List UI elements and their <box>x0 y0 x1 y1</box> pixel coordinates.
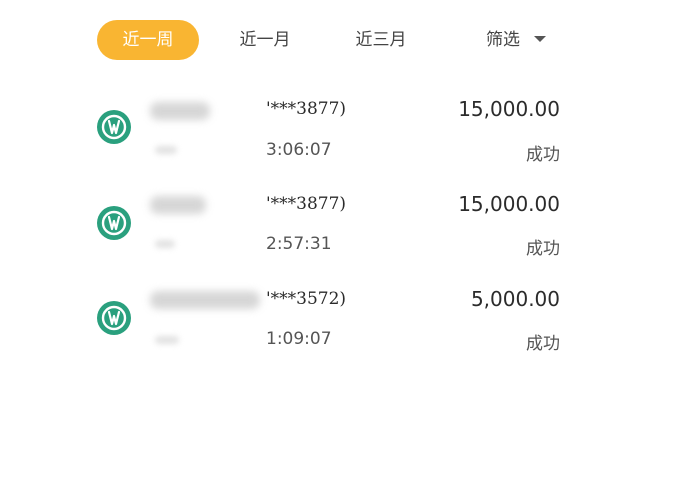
transaction-time: 3:06:07 <box>266 140 332 160</box>
bank-logo-icon <box>97 110 131 144</box>
transaction-row[interactable]: '***3877) 2:57:31 15,000.00 成功 <box>0 184 673 278</box>
filter-tab-bar: 近一周 近一月 近三月 筛选 <box>0 0 673 80</box>
masked-payee-name <box>150 196 206 214</box>
transaction-row[interactable]: '***3572) 1:09:07 5,000.00 成功 <box>0 279 673 373</box>
transaction-status: 成功 <box>526 239 560 259</box>
bank-logo-icon <box>97 301 131 335</box>
account-number: '***3877) <box>266 99 347 119</box>
masked-payee-detail <box>155 336 179 344</box>
masked-payee-name <box>150 291 260 309</box>
transaction-status: 成功 <box>526 145 560 165</box>
bank-logo-icon <box>97 206 131 240</box>
masked-payee-detail <box>155 146 177 154</box>
transaction-amount: 15,000.00 <box>458 97 560 121</box>
tab-last-month[interactable]: 近一月 <box>224 20 306 60</box>
transaction-row[interactable]: '***3877) 3:06:07 15,000.00 成功 <box>0 90 673 184</box>
transaction-time: 2:57:31 <box>266 234 332 254</box>
filter-dropdown-label: 筛选 <box>486 30 520 50</box>
tab-last-three-months[interactable]: 近三月 <box>340 20 422 60</box>
transaction-status: 成功 <box>526 334 560 354</box>
tab-last-week[interactable]: 近一周 <box>97 20 199 60</box>
transaction-amount: 15,000.00 <box>458 192 560 216</box>
masked-payee-detail <box>155 240 175 248</box>
transaction-time: 1:09:07 <box>266 329 332 349</box>
masked-payee-name <box>150 102 210 120</box>
account-number: '***3572) <box>266 289 347 309</box>
filter-dropdown[interactable]: 筛选 <box>468 20 564 60</box>
caret-down-icon <box>534 36 546 42</box>
account-number: '***3877) <box>266 194 347 214</box>
transaction-amount: 5,000.00 <box>470 287 560 311</box>
